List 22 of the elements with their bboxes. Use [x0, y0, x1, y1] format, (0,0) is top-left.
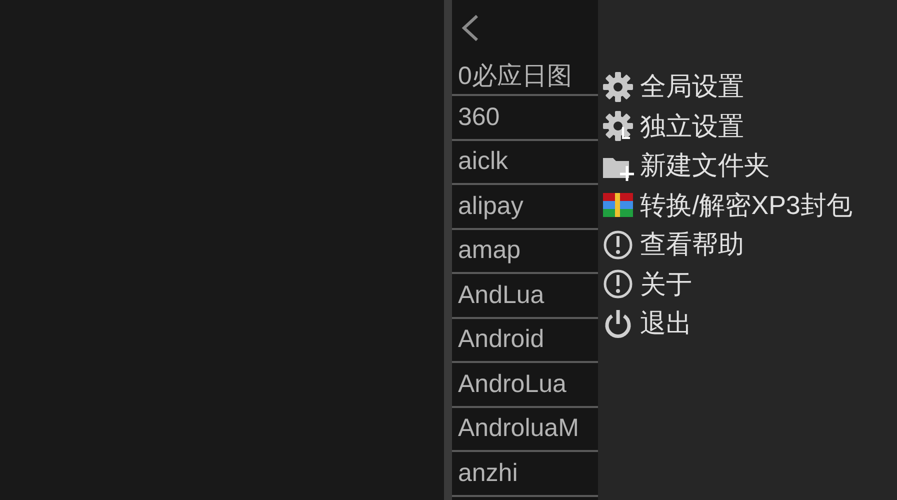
folder-name[interactable]: 360: [458, 102, 500, 132]
gear-icon: [602, 110, 634, 142]
folder-name[interactable]: AndLua: [458, 280, 544, 310]
folder-name[interactable]: AndroluaM: [458, 414, 579, 444]
folder-name[interactable]: Android: [458, 325, 544, 354]
menu-item[interactable]: 独立设置: [598, 106, 744, 146]
folder-name[interactable]: 0必应日图: [458, 58, 572, 92]
menu-item[interactable]: 全局设置: [598, 67, 744, 106]
menu-item[interactable]: 新建文件夹: [598, 146, 770, 186]
folder-name[interactable]: alipay: [458, 192, 524, 221]
menu-item[interactable]: 退出: [598, 304, 692, 344]
menu-item[interactable]: 关于: [598, 264, 692, 304]
folder-name[interactable]: amap: [458, 236, 521, 266]
alert-icon: [602, 268, 634, 300]
gear-icon: [602, 70, 634, 103]
menu-item[interactable]: 查看帮助: [598, 225, 744, 264]
folder-name[interactable]: aiclk: [458, 147, 508, 176]
alert-icon: [602, 228, 634, 261]
back-icon: [460, 13, 480, 43]
folder-name[interactable]: AndroLua: [458, 370, 566, 399]
folder-name[interactable]: anzhi: [458, 458, 518, 488]
menu-item[interactable]: 转换/解密XP3封包: [598, 186, 852, 225]
